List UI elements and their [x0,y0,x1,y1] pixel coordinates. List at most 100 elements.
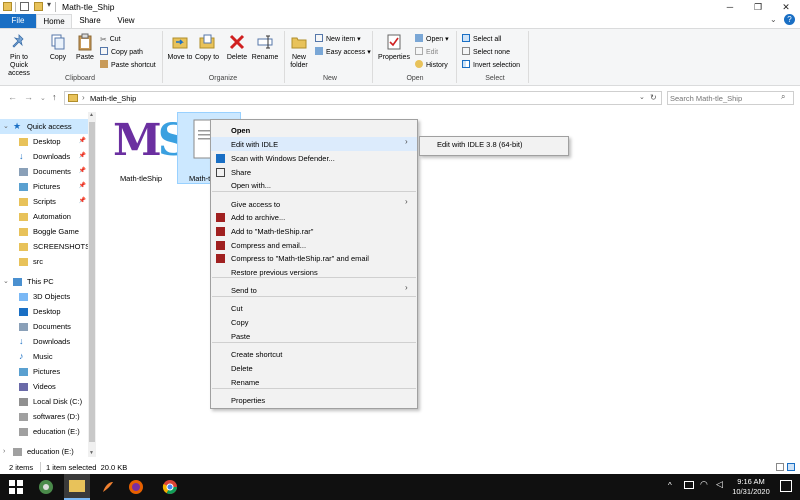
menu-item-scan-with-defender[interactable]: Scan with Windows Defender... [231,152,335,165]
chrome-icon[interactable] [162,479,178,495]
delete-button[interactable]: Delete [224,33,250,62]
scroll-down-icon[interactable]: ▼ [89,450,94,456]
address-bar[interactable]: › Math-tle_Ship ⌄ ↻ [64,91,662,105]
history-button[interactable]: History [415,60,448,71]
copy-path-button[interactable]: Copy path [100,47,143,58]
menu-item-cut[interactable]: Cut [231,302,243,315]
nav-quick-access[interactable]: ★ Quick access ⌄ [0,119,88,134]
sidebar-item-pictures[interactable]: Pictures [0,364,88,379]
app-icon[interactable] [100,479,116,495]
new-folder-quick-icon[interactable] [34,2,43,11]
open-button[interactable]: Open ▾ [415,34,449,45]
refresh-icon[interactable]: ↻ [650,93,657,102]
sidebar-item-boggle-game[interactable]: Boggle Game [0,224,88,239]
select-all-button[interactable]: Select all [462,34,501,45]
firefox-icon[interactable] [128,479,144,495]
nav-this-pc[interactable]: This PC ⌄ [0,274,88,289]
menu-item-add-to-archive[interactable]: Add to archive... [231,211,285,224]
scroll-up-icon[interactable]: ▲ [89,112,94,118]
notification-icon[interactable] [780,480,792,492]
chevron-down-icon[interactable]: ⌄ [3,274,9,289]
file-explorer-taskbar-button[interactable] [64,474,90,500]
minimize-button[interactable]: ─ [716,0,744,14]
sidebar-item-desktop[interactable]: Desktop 📌 [0,134,88,149]
sidebar-item-videos[interactable]: Videos [0,379,88,394]
copy-to-button[interactable]: Copy to [194,33,220,62]
sidebar-item-scripts[interactable]: Scripts 📌 [0,194,88,209]
battery-icon[interactable] [684,481,694,489]
move-to-button[interactable]: Move to [166,33,194,62]
tab-home[interactable]: Home [36,14,72,28]
menu-item-share[interactable]: Share [231,166,251,179]
show-hidden-icons-icon[interactable]: ^ [668,481,672,490]
clock[interactable]: 9:16 AM 10/31/2020 [730,477,772,497]
volume-icon[interactable]: ◁ [716,479,723,490]
windows-start-icon[interactable] [8,479,24,495]
edit-button[interactable]: Edit [415,47,438,58]
menu-item-edit-with-idle[interactable]: Edit with IDLE [231,138,278,151]
invert-selection-button[interactable]: Invert selection [462,60,520,71]
menu-item-copy[interactable]: Copy [231,316,249,329]
tab-share[interactable]: Share [72,14,108,28]
maximize-button[interactable]: ❐ [744,0,772,14]
app-icon[interactable] [38,479,54,495]
sidebar-item-pictures[interactable]: Pictures 📌 [0,179,88,194]
rename-button[interactable]: Rename [250,33,280,62]
search-input[interactable] [670,93,780,103]
sidebar-item-desktop[interactable]: Desktop [0,304,88,319]
forward-button[interactable]: → [24,92,33,102]
close-button[interactable]: ✕ [772,0,800,14]
menu-item-properties[interactable]: Properties [231,394,265,407]
paste-button[interactable]: Paste [72,33,98,62]
address-dropdown-icon[interactable]: ⌄ [639,93,645,101]
new-folder-button[interactable]: New folder [286,33,312,70]
tab-view[interactable]: View [108,14,144,28]
sidebar-item-education-e-[interactable]: education (E:) [0,424,88,439]
back-button[interactable]: ← [8,92,17,102]
sidebar-item-local-disk-c-[interactable]: Local Disk (C:) [0,394,88,409]
breadcrumb[interactable]: Math-tle_Ship [90,94,136,103]
wifi-icon[interactable]: ◠ [700,479,708,490]
menu-item-edit-with-idle-38[interactable]: Edit with IDLE 3.8 (64-bit) [437,140,522,149]
expand-ribbon-icon[interactable]: ⌄ [770,15,777,24]
chevron-down-icon[interactable]: ⌄ [3,119,9,134]
sidebar-item-softwares-d-[interactable]: softwares (D:) [0,409,88,424]
sidebar-item-documents[interactable]: Documents 📌 [0,164,88,179]
sidebar-item-downloads[interactable]: ↓ Downloads [0,334,88,349]
sidebar-item-education-e-drive[interactable]: education (E:) › [0,444,88,459]
properties-button[interactable]: Properties [376,33,412,62]
menu-item-add-to-rar[interactable]: Add to "Math-tleShip.rar" [231,225,313,238]
menu-item-open[interactable]: Open [231,124,250,137]
new-item-button[interactable]: New item ▾ [315,34,361,45]
up-button[interactable]: ↑ [52,92,57,102]
sidebar-item-src[interactable]: src [0,254,88,269]
sidebar-item-documents[interactable]: Documents [0,319,88,334]
easy-access-button[interactable]: Easy access ▾ [315,47,371,58]
search-box[interactable]: ⌕ [667,91,794,105]
copy-button[interactable]: Copy [45,33,71,62]
sidebar-item-downloads[interactable]: ↓ Downloads 📌 [0,149,88,164]
tab-file[interactable]: File [0,14,36,28]
select-none-button[interactable]: Select none [462,47,510,58]
help-icon[interactable]: ? [784,14,795,25]
cut-button[interactable]: ✂ Cut [100,34,121,45]
pin-quick-access-button[interactable]: Pin to Quick access [2,33,36,78]
large-icons-view-icon[interactable] [787,463,795,471]
menu-item-delete[interactable]: Delete [231,362,253,375]
recent-locations-button[interactable]: ⌄ [40,94,46,102]
sidebar-item-3d-objects[interactable]: 3D Objects [0,289,88,304]
menu-item-create-shortcut[interactable]: Create shortcut [231,348,282,361]
sidebar-item-automation[interactable]: Automation [0,209,88,224]
file-item[interactable]: MS Math-tleShip [108,113,189,185]
details-view-icon[interactable] [776,463,784,471]
properties-quick-icon[interactable] [20,2,29,11]
sidebar-item-screenshots[interactable]: SCREENSHOTS [0,239,90,254]
menu-item-compress-to-rar-and-email[interactable]: Compress to "Math-tleShip.rar" and email [231,252,369,265]
paste-shortcut-button[interactable]: Paste shortcut [100,60,156,71]
scrollbar-thumb[interactable] [89,122,95,442]
menu-item-give-access-to[interactable]: Give access to [231,198,280,211]
sidebar-item-music[interactable]: ♪ Music [0,349,88,364]
customize-quick-access-icon[interactable]: ▾ [47,0,51,9]
chevron-right-icon[interactable]: › [3,444,5,459]
menu-item-compress-and-email[interactable]: Compress and email... [231,239,306,252]
